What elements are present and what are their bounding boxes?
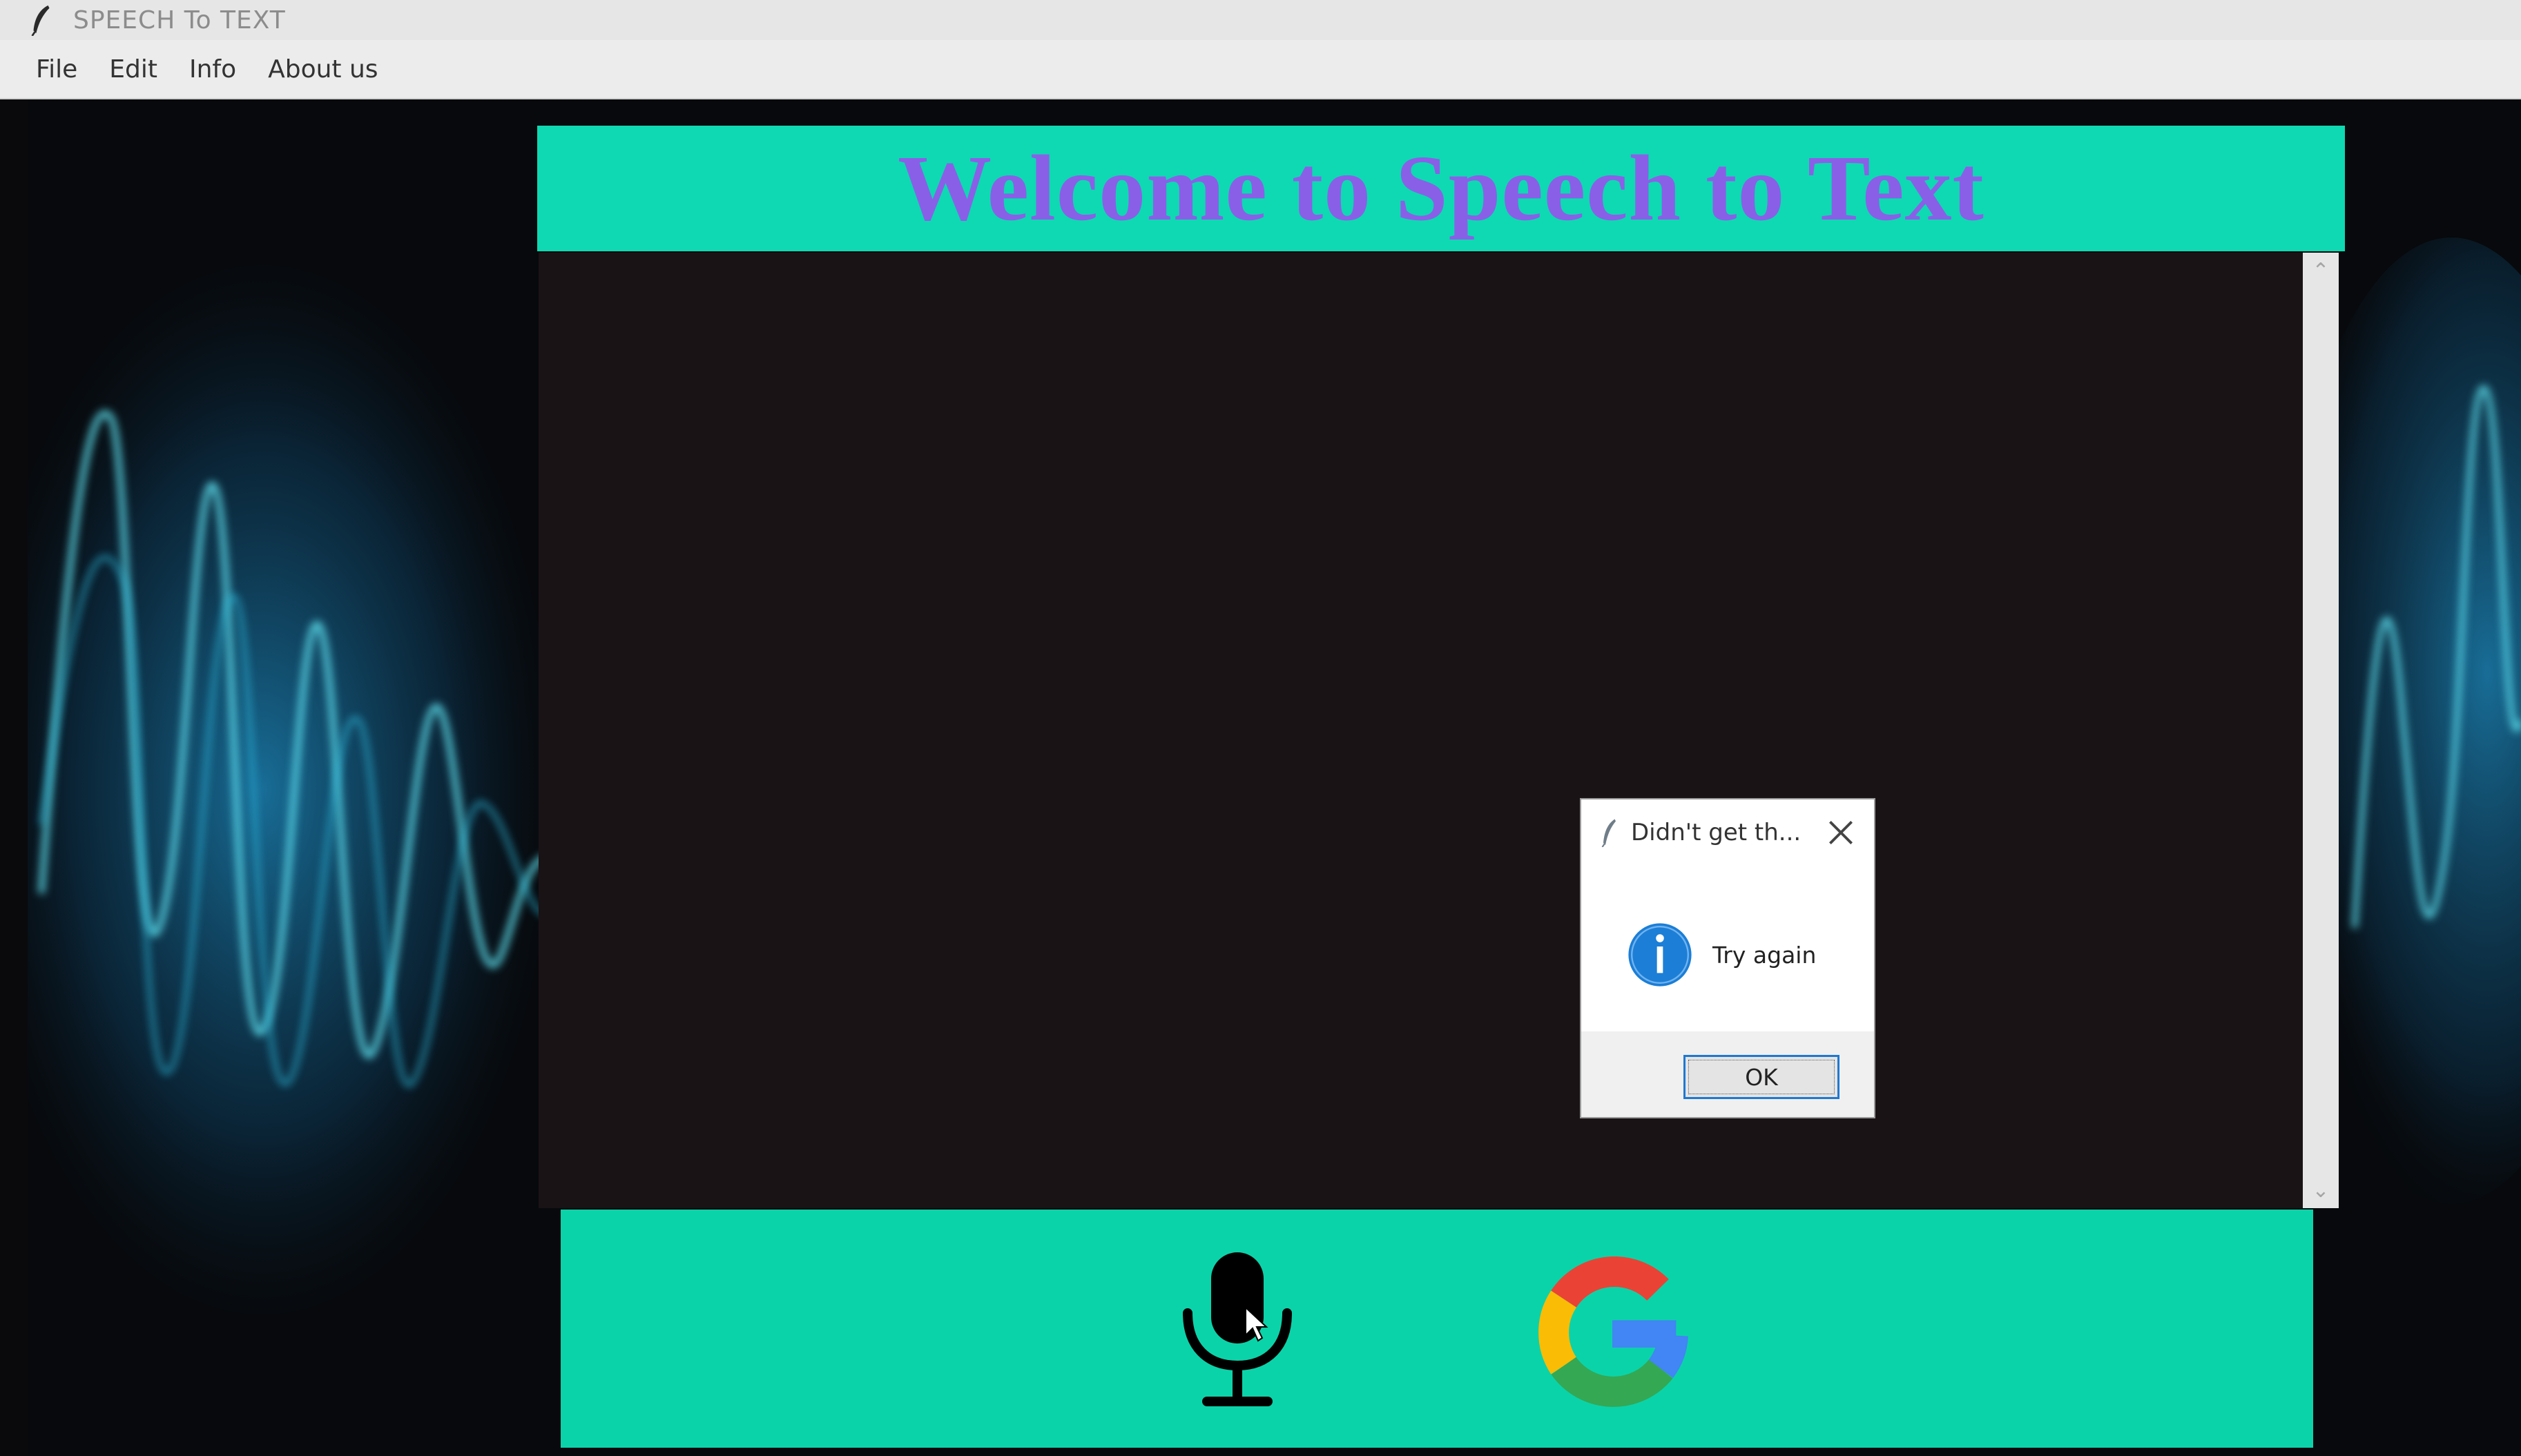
controls-bar (561, 1210, 2313, 1448)
vertical-scrollbar[interactable]: ⌃ ⌄ (2303, 253, 2339, 1208)
welcome-banner: Welcome to Speech to Text (537, 126, 2345, 251)
dialog-titlebar: Didn't get th... (1581, 799, 1874, 866)
menu-info[interactable]: Info (189, 55, 236, 84)
app-window: SPEECH To TEXT File Edit Info About us W… (0, 0, 2521, 1456)
menu-file[interactable]: File (36, 55, 77, 84)
dialog-footer: OK (1581, 1031, 1874, 1117)
close-icon[interactable] (1823, 815, 1859, 851)
window-title: SPEECH To TEXT (73, 6, 286, 35)
menu-edit[interactable]: Edit (109, 55, 157, 84)
transcription-text-area[interactable] (539, 253, 2303, 1208)
dialog-body: Try again (1581, 866, 1874, 1044)
dialog-message: Try again (1712, 941, 1817, 969)
menu-bar: File Edit Info About us (0, 40, 2521, 99)
google-g-icon[interactable] (1533, 1256, 1692, 1408)
ok-button[interactable]: OK (1683, 1055, 1839, 1099)
scroll-up-icon[interactable]: ⌃ (2303, 253, 2339, 289)
feather-icon (1601, 819, 1616, 847)
info-icon (1628, 923, 1692, 987)
sound-wave-right-image (2327, 237, 2521, 1204)
dialog-title: Didn't get th... (1631, 819, 1802, 846)
sound-wave-left-image (28, 265, 552, 1314)
menu-about-us[interactable]: About us (268, 55, 378, 84)
message-dialog: Didn't get th... Try again OK (1580, 798, 1875, 1118)
feather-icon (31, 5, 50, 36)
welcome-title: Welcome to Speech to Text (898, 137, 1984, 240)
microphone-icon[interactable] (1168, 1250, 1306, 1415)
window-titlebar: SPEECH To TEXT (0, 0, 2521, 40)
scroll-down-icon[interactable]: ⌄ (2303, 1172, 2339, 1208)
